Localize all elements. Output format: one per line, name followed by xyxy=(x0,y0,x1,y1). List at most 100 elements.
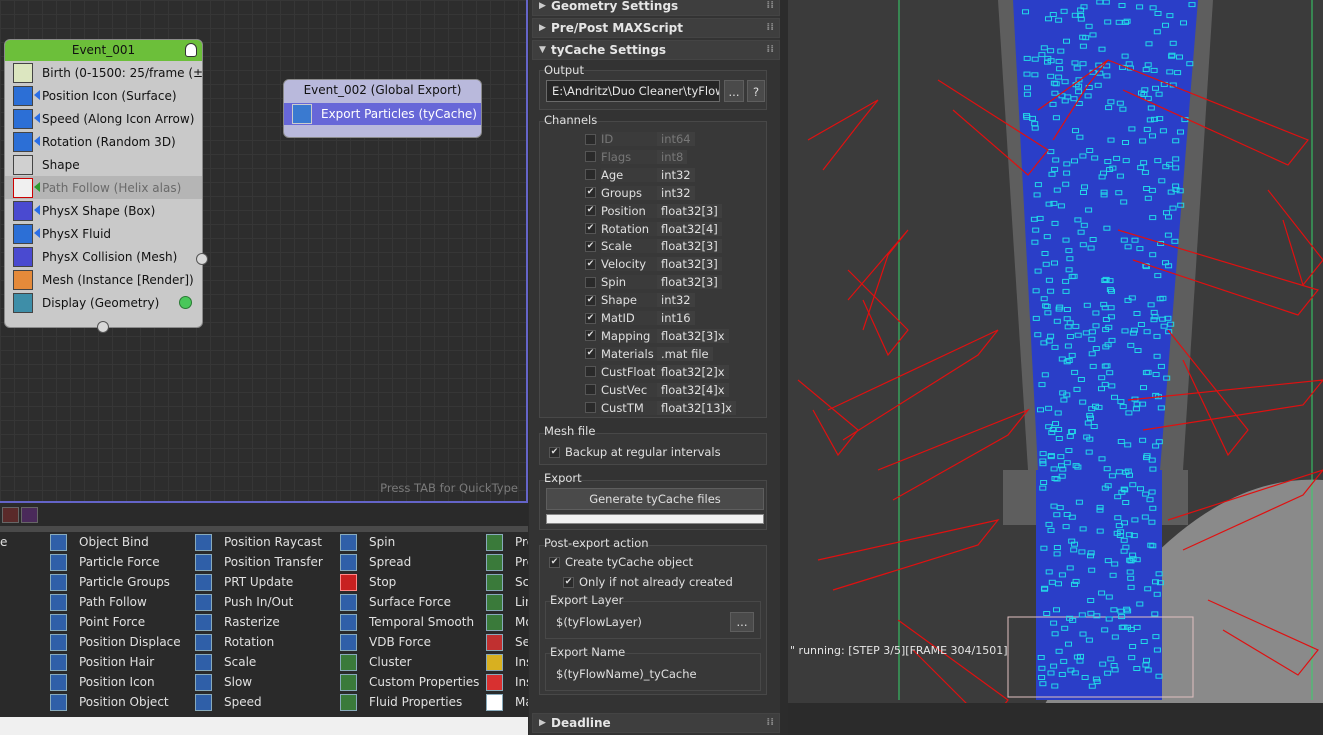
palette-item[interactable]: Ma xyxy=(486,692,528,712)
palette-item[interactable]: Surface Force xyxy=(340,592,479,612)
help-button[interactable]: ? xyxy=(747,80,765,102)
operator-birth[interactable]: Birth (0-1500: 25/frame (±1… xyxy=(5,61,202,84)
export-name-value[interactable]: $(tyFlowName)_tyCache xyxy=(556,667,697,681)
palette-item[interactable]: PRT Update xyxy=(195,572,323,592)
palette-tab-icon[interactable] xyxy=(2,507,19,523)
create-tycache-checkbox[interactable]: ✔ Create tyCache object xyxy=(549,554,693,570)
operator-position-icon[interactable]: Position Icon (Surface) xyxy=(5,84,202,107)
channel-age[interactable]: Age int32 xyxy=(585,167,695,183)
material-icon xyxy=(486,693,503,711)
channel-spin[interactable]: Spin float32[3] xyxy=(585,274,722,290)
palette-item[interactable]: Push In/Out xyxy=(195,592,323,612)
operator-export-particles[interactable]: Export Particles (tyCache) xyxy=(284,103,481,125)
palette-item[interactable]: Speed xyxy=(195,692,323,712)
palette-item[interactable]: Scale xyxy=(195,652,323,672)
operator-physx-shape[interactable]: PhysX Shape (Box) xyxy=(5,199,202,222)
channel-custfloat[interactable]: CustFloat float32[2]x xyxy=(585,364,729,380)
channel-materials[interactable]: ✔ Materials .mat file xyxy=(585,346,713,362)
palette-label: Position Raycast xyxy=(224,535,322,549)
checkbox-icon xyxy=(585,366,596,378)
channel-id[interactable]: ID int64 xyxy=(585,131,695,147)
event-node-001[interactable]: Event_001 Birth (0-1500: 25/frame (±1… P… xyxy=(4,39,203,328)
palette-item[interactable]: Rasterize xyxy=(195,612,323,632)
operator-path-follow[interactable]: Path Follow (Helix alas) xyxy=(5,176,202,199)
channel-groups[interactable]: ✔ Groups int32 xyxy=(585,185,695,201)
palette-item[interactable]: Lin xyxy=(486,592,528,612)
palette-item[interactable]: Spread xyxy=(340,552,479,572)
rollout-geometry-settings[interactable]: ▶ Geometry Settings ⁞⁞ xyxy=(532,0,780,16)
palette-item[interactable]: Position Icon xyxy=(50,672,181,692)
operator-speed[interactable]: Speed (Along Icon Arrow) xyxy=(5,107,202,130)
lightbulb-icon[interactable] xyxy=(185,43,197,57)
channel-rotation[interactable]: ✔ Rotation float32[4] xyxy=(585,221,722,237)
palette-item[interactable]: Slow xyxy=(195,672,323,692)
palette-item[interactable]: Custom Properties xyxy=(340,672,479,692)
palette-item[interactable]: Path Follow xyxy=(50,592,181,612)
channel-position[interactable]: ✔ Position float32[3] xyxy=(585,203,722,219)
palette-tab-icon[interactable] xyxy=(21,507,38,523)
operator-rotation[interactable]: Rotation (Random 3D) xyxy=(5,130,202,153)
palette-item[interactable]: Position Hair xyxy=(50,652,181,672)
palette-item[interactable]: Particle Groups xyxy=(50,572,181,592)
palette-item[interactable]: Stop xyxy=(340,572,479,592)
palette-item[interactable]: Particle Force xyxy=(50,552,181,572)
settings-panel[interactable]: ▶ Geometry Settings ⁞⁞ ▶ Pre/Post MAXScript… xyxy=(529,0,787,735)
palette-item[interactable]: Rotation xyxy=(195,632,323,652)
channel-flags[interactable]: Flags int8 xyxy=(585,149,688,165)
palette-item[interactable]: Cluster xyxy=(340,652,479,672)
browse-layer-button[interactable]: ... xyxy=(730,612,754,632)
export-layer-value[interactable]: $(tyFlowLayer) xyxy=(556,615,642,629)
operator-physx-collision[interactable]: PhysX Collision (Mesh) xyxy=(5,245,202,268)
channel-scale[interactable]: ✔ Scale float32[3] xyxy=(585,238,722,254)
event-node-002[interactable]: Event_002 (Global Export) Export Particl… xyxy=(283,79,482,138)
horizontal-scrollbar[interactable] xyxy=(0,717,528,735)
channel-matid[interactable]: ✔ MatID int16 xyxy=(585,310,695,326)
channel-mapping[interactable]: ✔ Mapping float32[3]x xyxy=(585,328,729,344)
operator-display[interactable]: Display (Geometry) xyxy=(5,291,202,314)
palette-item[interactable]: Scr xyxy=(486,572,528,592)
palette-item[interactable]: Ins xyxy=(486,652,528,672)
palette-item[interactable]: Point Force xyxy=(50,612,181,632)
rotation-icon xyxy=(195,633,212,651)
backup-checkbox[interactable]: ✔ Backup at regular intervals xyxy=(549,444,721,460)
operator-mesh[interactable]: Mesh (Instance [Render]) xyxy=(5,268,202,291)
operator-physx-fluid[interactable]: PhysX Fluid xyxy=(5,222,202,245)
operator-palette[interactable]: e Object Bind Particle Force Particle Gr… xyxy=(0,505,528,735)
palette-item[interactable]: Temporal Smooth xyxy=(340,612,479,632)
output-path-field[interactable]: E:\Andritz\Duo Cleaner\tyFlow\tyC xyxy=(546,80,720,102)
palette-item[interactable]: Position Transfer xyxy=(195,552,323,572)
operator-shape[interactable]: Shape xyxy=(5,153,202,176)
channel-custtm[interactable]: CustTM float32[13]x xyxy=(585,400,736,416)
browse-output-button[interactable]: ... xyxy=(724,80,744,102)
panel-scrollbar[interactable] xyxy=(780,0,788,735)
palette-item[interactable]: Position Object xyxy=(50,692,181,712)
palette-item[interactable]: Ins xyxy=(486,672,528,692)
palette-item[interactable]: VDB Force xyxy=(340,632,479,652)
event-header[interactable]: Event_001 xyxy=(5,40,202,61)
palette-item[interactable]: Pro xyxy=(486,552,528,572)
palette-item[interactable]: Mo xyxy=(486,612,528,632)
palette-item[interactable]: Set xyxy=(486,632,528,652)
3d-viewport[interactable] xyxy=(788,0,1323,735)
palette-item[interactable]: Position Displace xyxy=(50,632,181,652)
generate-tycache-button[interactable]: Generate tyCache files xyxy=(546,488,764,510)
quicktype-hint: Press TAB for QuickType xyxy=(380,481,518,495)
event-header[interactable]: Event_002 (Global Export) xyxy=(284,80,481,101)
only-if-not-created-checkbox[interactable]: ✔ Only if not already created xyxy=(563,574,733,590)
palette-item[interactable]: Fluid Properties xyxy=(340,692,479,712)
rollout-tycache-settings[interactable]: ▼ tyCache Settings ⁞⁞ xyxy=(532,40,780,60)
node-graph[interactable]: Event_001 Birth (0-1500: 25/frame (±1… P… xyxy=(0,0,528,503)
channel-shape[interactable]: ✔ Shape int32 xyxy=(585,292,695,308)
output-port[interactable] xyxy=(196,253,208,265)
display-dot-icon[interactable] xyxy=(179,296,192,309)
palette-item[interactable]: Object Bind xyxy=(50,532,181,552)
channel-custvec[interactable]: CustVec float32[4]x xyxy=(585,382,729,398)
output-port-bottom[interactable] xyxy=(97,321,109,333)
palette-item[interactable]: Position Raycast xyxy=(195,532,323,552)
rollout-prepost-maxscript[interactable]: ▶ Pre/Post MAXScript ⁞⁞ xyxy=(532,18,780,38)
palette-item[interactable]: Spin xyxy=(340,532,479,552)
palette-item[interactable]: e xyxy=(0,532,7,552)
palette-item[interactable]: Pro xyxy=(486,532,528,552)
rollout-deadline[interactable]: ▶ Deadline ⁞⁞ xyxy=(532,713,780,733)
channel-velocity[interactable]: ✔ Velocity float32[3] xyxy=(585,256,722,272)
